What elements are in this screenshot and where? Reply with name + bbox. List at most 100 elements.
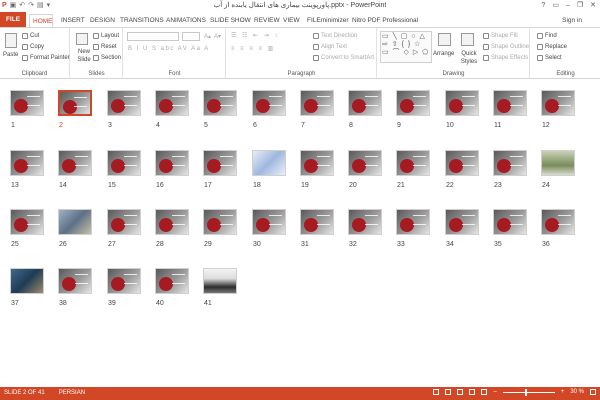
tab-nitro-pdf[interactable]: Nitro PDF Professional xyxy=(349,14,421,27)
font-size-combo[interactable] xyxy=(182,32,200,41)
new-slide-button[interactable]: New Slide xyxy=(73,48,95,64)
cut-button[interactable]: Cut xyxy=(22,32,39,40)
slide-thumbnail[interactable] xyxy=(107,209,141,235)
reading-view-icon[interactable] xyxy=(469,389,476,395)
zoom-slider-thumb[interactable] xyxy=(524,388,527,396)
fit-to-window-icon[interactable] xyxy=(590,389,596,395)
slide-thumbnail[interactable] xyxy=(10,150,44,176)
alignment-buttons[interactable]: ≡ ≡ ≡ ≡ ▥ xyxy=(231,45,275,53)
slide-thumbnail[interactable] xyxy=(58,150,92,176)
slide-thumbnail[interactable] xyxy=(396,209,430,235)
slide-thumbnail[interactable] xyxy=(445,150,479,176)
tab-slide-show[interactable]: SLIDE SHOW xyxy=(207,14,254,27)
slide-thumbnail[interactable] xyxy=(10,90,44,116)
shapes-gallery[interactable]: ▭ ╲ ▢ ○ △ ⇨ ⇧ { } ☆ ▭ ⌒ ◇ ▷ ⬠ xyxy=(380,31,432,63)
slide-thumbnail[interactable] xyxy=(155,268,189,294)
slide-thumbnail[interactable] xyxy=(493,150,527,176)
quick-styles-button[interactable]: Quick Styles xyxy=(458,50,480,66)
text-direction-button[interactable]: Text Direction xyxy=(313,32,357,40)
slide-thumbnail[interactable] xyxy=(203,90,237,116)
paste-button[interactable]: Paste xyxy=(3,51,18,59)
list-buttons[interactable]: ☰ ☷ ⇤ ⇥ ↕ xyxy=(231,32,279,40)
close-button[interactable]: ✕ xyxy=(590,1,596,11)
tab-fileminimizer[interactable]: FILEminimizer xyxy=(304,14,352,27)
slideshow-view-icon[interactable] xyxy=(481,389,488,395)
slide-thumbnail[interactable] xyxy=(58,268,92,294)
tab-design[interactable]: DESIGN xyxy=(87,14,118,27)
slide-thumbnail[interactable] xyxy=(155,209,189,235)
slide-sorter-view-icon[interactable] xyxy=(457,389,464,395)
slide-thumbnail[interactable] xyxy=(203,268,237,294)
tab-home[interactable]: HOME xyxy=(29,14,53,27)
slide-thumbnail[interactable] xyxy=(252,90,286,116)
slide-thumbnail[interactable] xyxy=(300,209,334,235)
slide-thumbnail[interactable] xyxy=(10,209,44,235)
slide-thumbnail[interactable] xyxy=(155,90,189,116)
slide-thumbnail[interactable] xyxy=(58,209,92,235)
notes-icon[interactable] xyxy=(433,389,440,395)
slide-thumbnail[interactable] xyxy=(396,150,430,176)
slide-thumbnail[interactable] xyxy=(203,209,237,235)
arrange-button[interactable]: Arrange xyxy=(433,50,454,58)
reset-button[interactable]: Reset xyxy=(93,43,117,51)
slide-thumbnail[interactable] xyxy=(348,90,382,116)
normal-view-icon[interactable] xyxy=(445,389,452,395)
ribbon-display-icon[interactable]: ▭ xyxy=(552,1,559,11)
font-name-combo[interactable] xyxy=(127,32,179,41)
slide-thumbnail[interactable] xyxy=(493,209,527,235)
shape-fill-button[interactable]: Shape Fill xyxy=(483,32,518,40)
slide-thumbnail[interactable] xyxy=(107,90,141,116)
restore-button[interactable]: ❐ xyxy=(577,1,583,11)
sign-in-link[interactable]: Sign in xyxy=(562,14,582,27)
slide-thumbnail[interactable] xyxy=(203,150,237,176)
slide-thumbnail[interactable] xyxy=(445,209,479,235)
slide-thumbnail[interactable] xyxy=(396,90,430,116)
font-format-buttons[interactable]: B I U S abc AV Aa A xyxy=(128,45,210,53)
slide-thumbnail[interactable] xyxy=(107,150,141,176)
zoom-in-button[interactable]: + xyxy=(561,389,565,395)
language-indicator[interactable]: PERSIAN xyxy=(59,390,85,396)
tab-insert[interactable]: INSERT xyxy=(58,14,88,27)
find-button[interactable]: Find xyxy=(537,32,557,40)
slide-thumbnail[interactable] xyxy=(541,90,575,116)
slide-thumbnail[interactable] xyxy=(58,90,92,116)
grow-font-icon[interactable]: A▴ xyxy=(204,33,211,41)
zoom-slider[interactable] xyxy=(502,388,555,396)
select-button[interactable]: Select xyxy=(537,54,562,62)
replace-button[interactable]: Replace xyxy=(537,43,567,51)
tab-view[interactable]: VIEW xyxy=(280,14,303,27)
slide-thumbnail[interactable] xyxy=(300,150,334,176)
slide-number: 22 xyxy=(446,182,454,189)
tab-file[interactable]: FILE xyxy=(0,12,26,27)
convert-smartart-button[interactable]: Convert to SmartArt xyxy=(313,54,374,62)
shape-effects-button[interactable]: Shape Effects xyxy=(483,54,528,62)
slide-thumbnail[interactable] xyxy=(107,268,141,294)
slide-thumbnail[interactable] xyxy=(252,150,286,176)
tab-animations[interactable]: ANIMATIONS xyxy=(163,14,209,27)
layout-button[interactable]: Layout xyxy=(93,32,119,40)
copy-icon xyxy=(22,44,28,50)
slide-thumbnail[interactable] xyxy=(493,90,527,116)
slide-thumbnail[interactable] xyxy=(252,209,286,235)
tab-review[interactable]: REVIEW xyxy=(251,14,283,27)
slide-thumbnail[interactable] xyxy=(300,90,334,116)
section-button[interactable]: Section xyxy=(93,54,121,62)
slide-thumbnail[interactable] xyxy=(541,209,575,235)
slide-thumbnail[interactable] xyxy=(10,268,44,294)
slide-thumbnail[interactable] xyxy=(348,209,382,235)
slide-thumbnail[interactable] xyxy=(155,150,189,176)
zoom-out-button[interactable]: – xyxy=(493,389,496,395)
minimize-button[interactable]: – xyxy=(566,1,570,11)
copy-button[interactable]: Copy xyxy=(22,43,44,51)
slide-thumbnail[interactable] xyxy=(445,90,479,116)
slide-thumbnail[interactable] xyxy=(348,150,382,176)
slide-thumbnail[interactable] xyxy=(541,150,575,176)
tab-transitions[interactable]: TRANSITIONS xyxy=(117,14,167,27)
slide-number: 9 xyxy=(397,122,401,129)
shape-outline-button[interactable]: Shape Outline xyxy=(483,43,529,51)
help-button[interactable]: ? xyxy=(541,1,545,11)
zoom-level[interactable]: 30 % xyxy=(570,389,584,395)
format-painter-button[interactable]: Format Painter xyxy=(22,54,70,62)
shrink-font-icon[interactable]: A▾ xyxy=(214,33,221,41)
align-text-button[interactable]: Align Text xyxy=(313,43,347,51)
